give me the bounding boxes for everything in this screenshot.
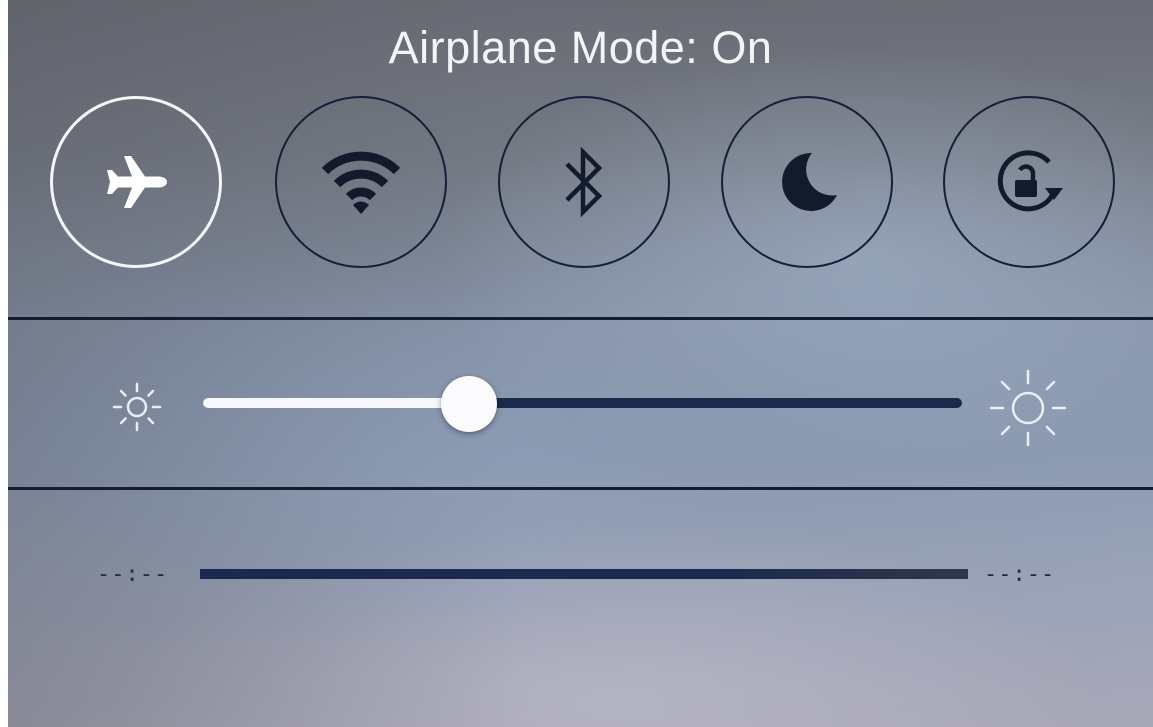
remaining-time: --:-- <box>984 562 1056 587</box>
airplane-mode-toggle[interactable] <box>50 96 222 268</box>
sun-small-icon <box>112 382 162 432</box>
sun-large-icon <box>989 369 1067 447</box>
rotation-lock-toggle[interactable] <box>943 96 1115 268</box>
wifi-icon <box>321 151 401 214</box>
airplane-mode-status: Airplane Mode: On <box>388 22 773 73</box>
moon-icon <box>782 152 837 211</box>
rotation-lock-icon <box>997 150 1063 212</box>
control-center-screen: Airplane Mode: On --:-- --:-- <box>0 0 1153 727</box>
brightness-fill <box>203 398 469 408</box>
bluetooth-toggle[interactable] <box>498 96 670 268</box>
elapsed-time: --:-- <box>97 562 169 587</box>
toggles-separator <box>8 317 1153 320</box>
media-scrubber[interactable] <box>200 569 968 579</box>
wifi-toggle[interactable] <box>275 96 447 268</box>
control-center-panel: Airplane Mode: On --:-- --:-- <box>8 0 1153 727</box>
bluetooth-icon <box>565 146 603 218</box>
brightness-slider-thumb[interactable] <box>440 376 497 432</box>
airplane-icon <box>107 156 167 208</box>
brightness-separator <box>8 487 1153 490</box>
do-not-disturb-toggle[interactable] <box>721 96 893 268</box>
